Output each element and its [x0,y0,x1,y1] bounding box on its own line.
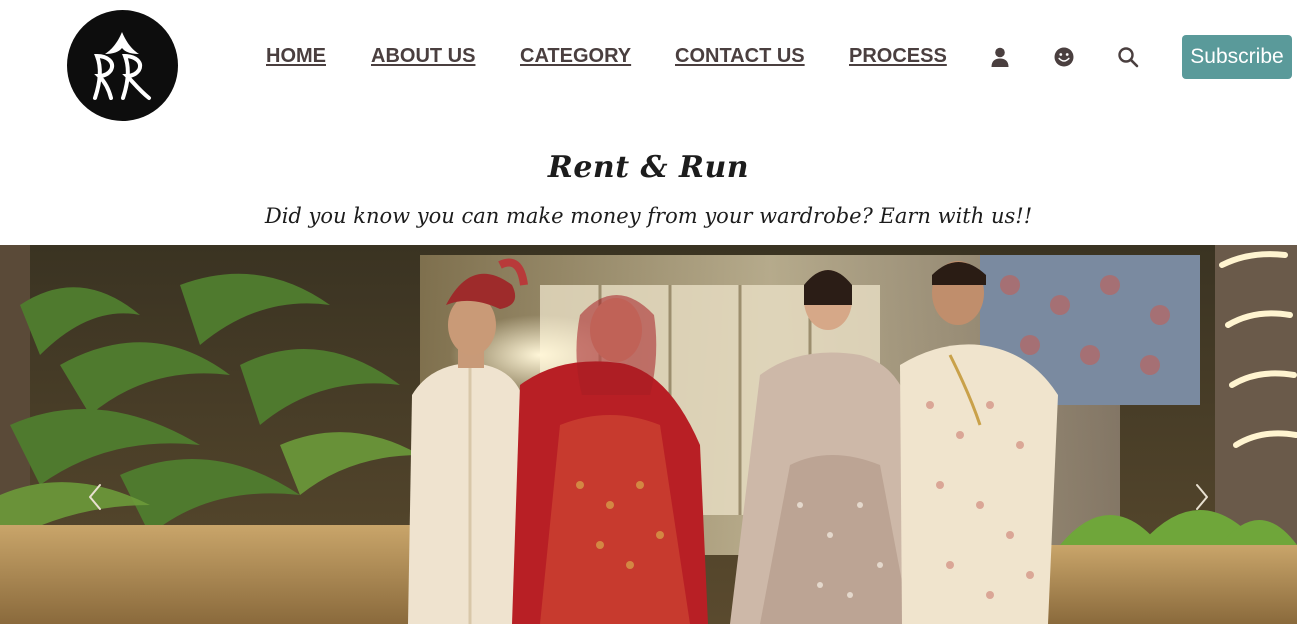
user-icon[interactable] [989,46,1011,68]
carousel-prev-button[interactable] [85,477,105,517]
smiley-icon[interactable] [1053,46,1075,68]
hero-carousel [0,245,1297,624]
chevron-left-icon [89,484,101,510]
search-icon[interactable] [1117,46,1139,68]
hero-title: Rent & Run [547,150,750,185]
carousel-next-button[interactable] [1192,477,1212,517]
hero-subtitle: Did you know you can make money from you… [264,204,1033,228]
nav-process-link[interactable]: PROCESS [849,45,947,68]
nav-category-link[interactable]: CATEGORY [520,45,631,68]
nav-home-link[interactable]: HOME [266,45,326,68]
subscribe-button[interactable]: Subscribe [1182,35,1292,79]
hero-image [0,245,1297,624]
brand-logo[interactable] [67,10,178,121]
chevron-right-icon [1196,484,1208,510]
nav-about-link[interactable]: ABOUT US [371,45,475,68]
rr-monogram-logo-icon [93,32,151,100]
nav-contact-link[interactable]: CONTACT US [675,45,805,68]
